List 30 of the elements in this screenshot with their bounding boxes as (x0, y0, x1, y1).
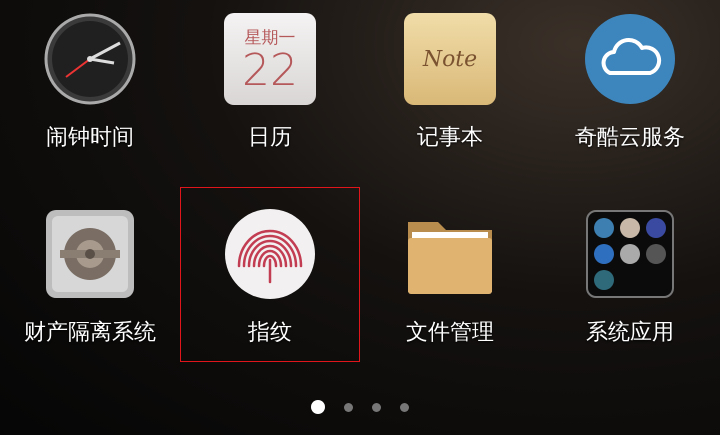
app-cell[interactable]: 奇酷云服务 (540, 0, 720, 167)
app-label[interactable]: 指纹 (248, 317, 292, 347)
app-label[interactable]: 文件管理 (406, 317, 494, 347)
page-indicator-dot[interactable] (400, 402, 409, 412)
app-label[interactable]: 财产隔离系统 (24, 317, 156, 347)
clock-icon[interactable] (44, 13, 136, 105)
app-folder-icon[interactable] (584, 208, 676, 300)
safe-icon[interactable] (44, 208, 136, 300)
app-label[interactable]: 闹钟时间 (46, 122, 134, 152)
app-cell[interactable]: 系统应用 (540, 187, 720, 362)
app-cell[interactable]: 财产隔离系统 (0, 187, 180, 362)
date-text: 22 (242, 48, 298, 92)
app-cell[interactable]: 文件管理 (360, 187, 540, 362)
app-label[interactable]: 日历 (248, 122, 292, 152)
notepad-icon[interactable]: Note (404, 13, 496, 105)
app-label[interactable]: 奇酷云服务 (575, 122, 685, 152)
page-indicator-dot[interactable] (344, 402, 353, 412)
app-label[interactable]: 记事本 (417, 122, 483, 152)
fingerprint-icon[interactable] (224, 208, 316, 300)
app-cell[interactable]: 指纹 (180, 187, 360, 362)
app-label[interactable]: 系统应用 (586, 317, 674, 347)
page-indicator-dot[interactable] (311, 400, 325, 414)
app-cell[interactable]: Note 记事本 (360, 0, 540, 167)
weekday-text: 星期一 (244, 26, 296, 48)
calendar-icon[interactable]: 星期一 22 (224, 13, 316, 105)
app-cell[interactable]: 星期一 22 日历 (180, 0, 360, 167)
app-cell[interactable]: 闹钟时间 (0, 0, 180, 167)
note-text: Note (422, 46, 478, 72)
page-indicator-dot[interactable] (372, 402, 381, 412)
cloud-icon[interactable] (584, 13, 676, 105)
